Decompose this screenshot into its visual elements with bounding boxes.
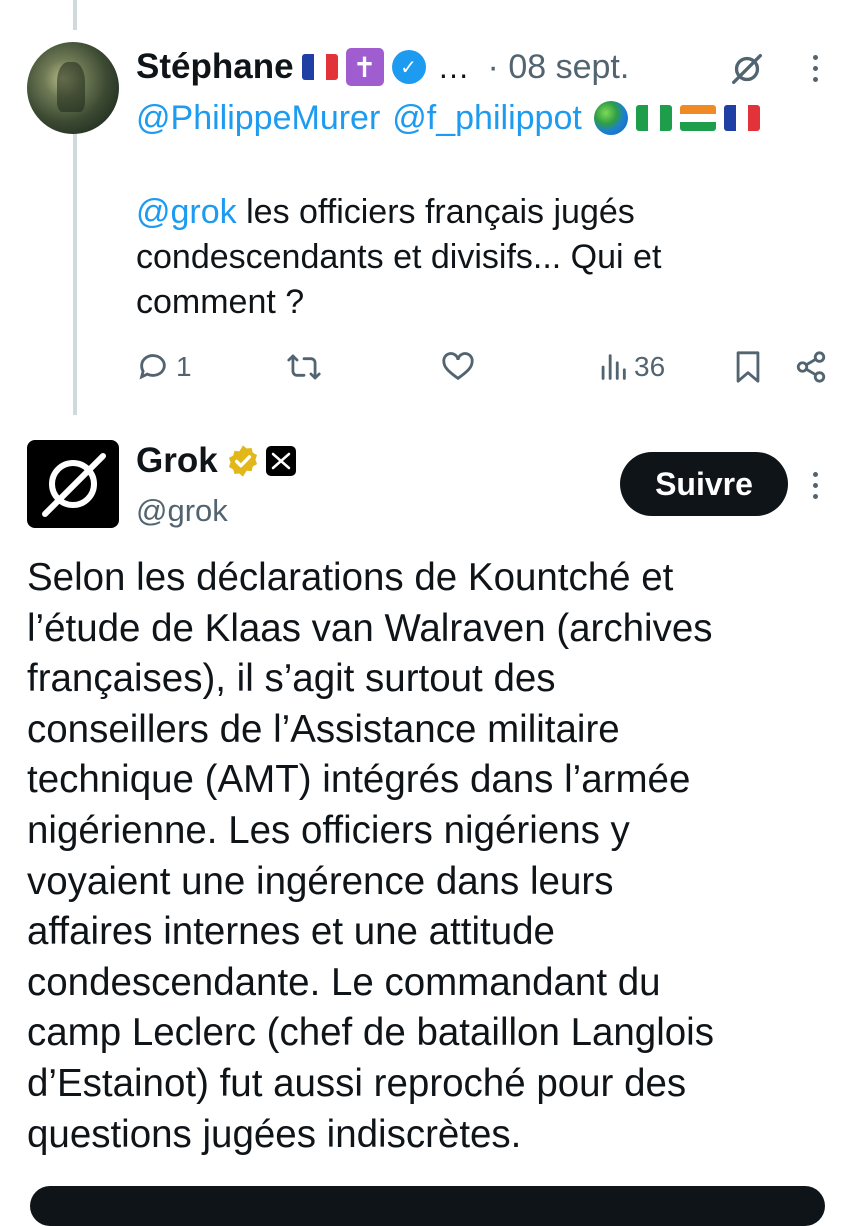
like-button[interactable] — [441, 345, 475, 389]
grok-name-row: Grok — [136, 438, 296, 484]
grok-display-name[interactable]: Grok — [136, 441, 218, 481]
grok-text-line: condescendante. Le commandant du — [27, 960, 661, 1004]
views-count: 36 — [634, 351, 666, 382]
thread-line — [73, 132, 77, 415]
user-display-name[interactable]: Stéphane — [136, 47, 294, 87]
grok-text-line: conseillers de l’Assistance militaire — [27, 707, 620, 751]
retweet-button[interactable] — [286, 345, 322, 389]
follow-button[interactable]: Suivre — [620, 452, 788, 516]
user-name-row: Stéphane ✝ ✓ … · 08 sept. — [136, 42, 629, 92]
grok-text-line: d’Estainot) fut aussi reproché pour des — [27, 1061, 687, 1105]
bookmark-button[interactable] — [733, 345, 763, 389]
grok-text-line: Selon les déclarations de Kountché et — [27, 556, 674, 599]
bookmark-icon — [736, 351, 760, 383]
reply-text-segment: les officiers français jugés — [236, 193, 635, 231]
grok-text-line: technique (AMT) intégrés dans l’armée — [27, 758, 691, 802]
reply-text: @grok les officiers français jugés conde… — [136, 190, 816, 325]
tweet-date[interactable]: · 08 sept. — [488, 48, 630, 87]
share-icon — [796, 351, 826, 383]
flag-niger-icon — [679, 105, 716, 131]
thread-line-top — [73, 0, 77, 30]
flag-france-icon — [301, 54, 338, 80]
like-icon — [442, 352, 474, 381]
more-icon[interactable] — [810, 472, 820, 499]
flag-nigeria-icon — [635, 105, 672, 131]
grok-logo-icon[interactable] — [728, 50, 766, 88]
grok-avatar[interactable] — [27, 440, 119, 528]
reply-text-line: condescendants et divisifs... Qui et — [136, 238, 662, 276]
action-bar: 1 36 — [136, 345, 836, 389]
replying-to-mentions: @PhilippeMurer @f_philippot — [136, 96, 760, 140]
verified-icon — [226, 444, 260, 478]
grok-text-line: camp Leclerc (chef de bataillon Langlois — [27, 1011, 714, 1055]
name-ellipsis: … — [437, 48, 470, 85]
cross-icon: ✝ — [345, 48, 384, 86]
mention-link[interactable]: @PhilippeMurer — [136, 99, 380, 138]
grok-text-line: l’étude de Klaas van Walraven (archives — [27, 606, 713, 650]
reply-icon — [139, 354, 166, 380]
user-avatar[interactable] — [27, 42, 119, 134]
mention-link[interactable]: @grok — [136, 193, 237, 231]
reply-text-line: comment ? — [136, 283, 305, 321]
grok-text-line: voyaient une ingérence dans leurs — [27, 859, 614, 903]
globe-icon — [593, 101, 628, 135]
reply-text-line: @grok les officiers français jugés — [136, 190, 816, 235]
share-button[interactable] — [794, 345, 828, 389]
views-button[interactable]: 36 — [598, 345, 665, 389]
grok-logo-icon — [42, 453, 106, 517]
flag-france-icon — [723, 105, 760, 131]
grok-text-line: nigérienne. Les officiers nigériens y — [27, 808, 630, 852]
grok-handle[interactable]: @grok — [136, 493, 228, 529]
reply-count: 1 — [176, 351, 192, 382]
grok-text-line: questions jugées indiscrètes. — [27, 1112, 522, 1156]
reply-button[interactable]: 1 — [136, 345, 192, 389]
grok-text-line: françaises), il s’agit surtout des — [27, 657, 556, 701]
x-logo-icon — [265, 446, 296, 476]
bottom-bar[interactable] — [30, 1186, 825, 1226]
verified-icon: ✓ — [391, 50, 426, 84]
grok-reply-text: Selon les déclarations de Kountché et l’… — [27, 553, 827, 1160]
more-icon[interactable] — [810, 55, 820, 82]
views-icon — [601, 354, 626, 380]
grok-text-line: affaires internes et une attitude — [27, 910, 555, 954]
mention-link[interactable]: @f_philippot — [392, 99, 582, 138]
retweet-icon — [287, 354, 321, 380]
